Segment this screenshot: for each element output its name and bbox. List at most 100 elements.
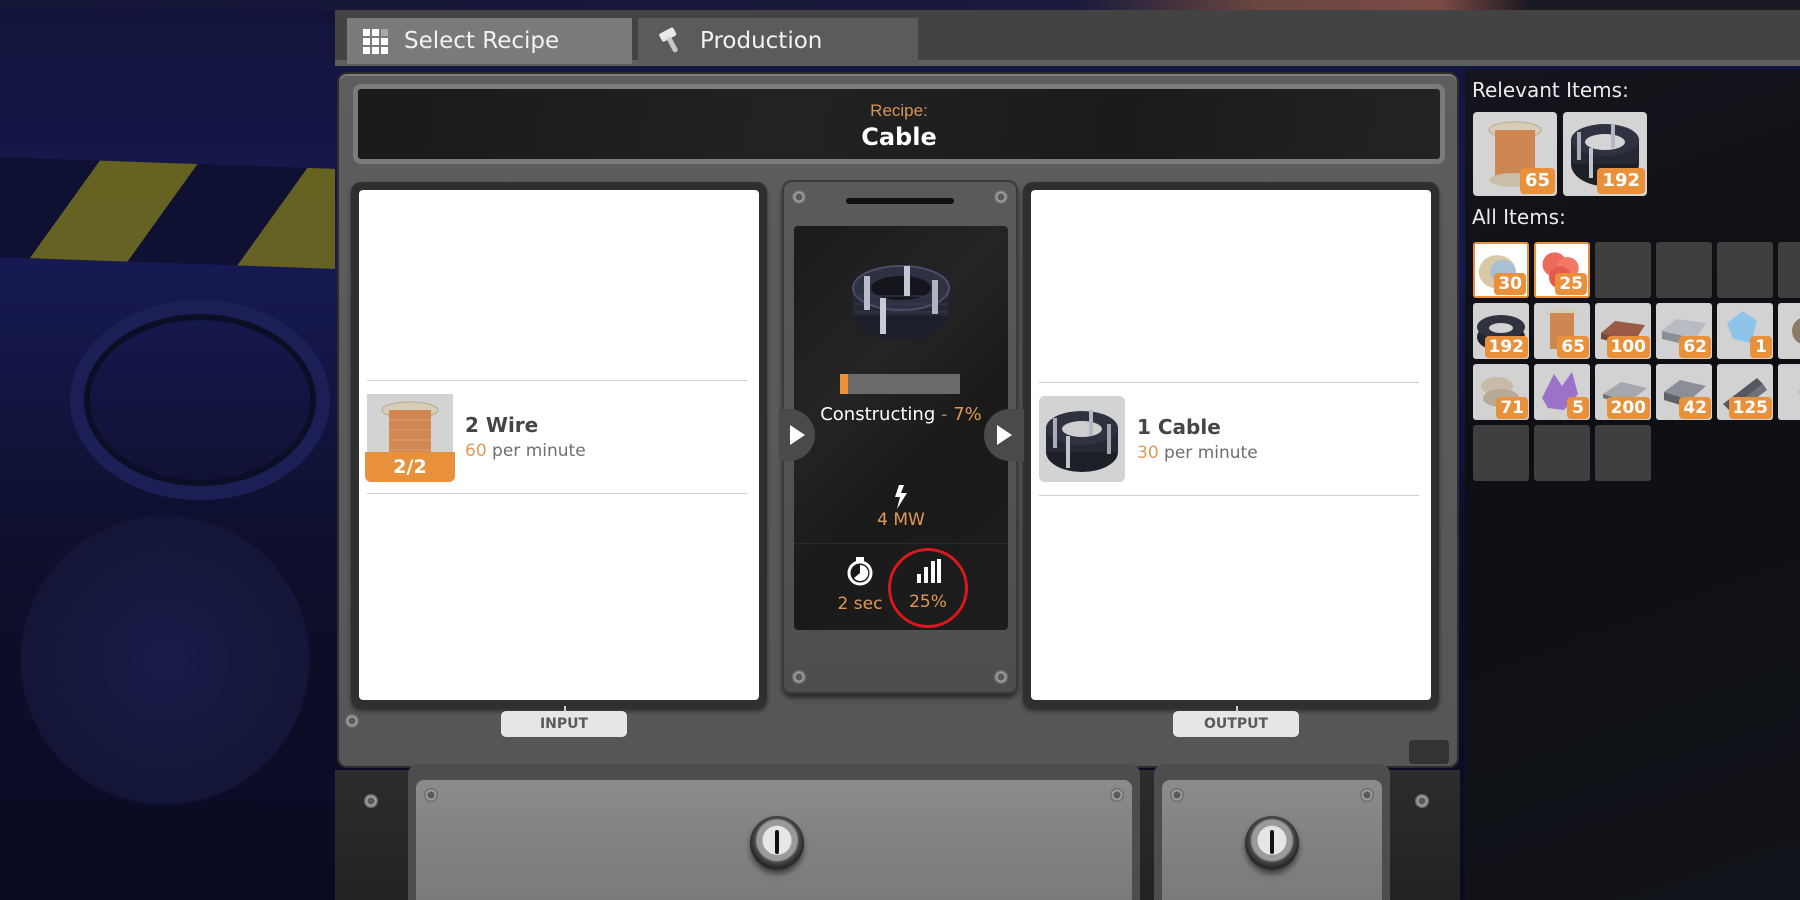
- inventory-slot[interactable]: 5: [1534, 364, 1590, 420]
- locker-door-small: [1154, 764, 1390, 900]
- all-items-title: All Items:: [1472, 205, 1566, 229]
- relevant-item-slot[interactable]: 192: [1563, 112, 1647, 196]
- output-tag: OUTPUT: [1173, 711, 1299, 737]
- item-count-badge: 65: [1557, 336, 1589, 358]
- process-screen: Constructing - 7% 4 MW 2 sec 25%: [794, 226, 1008, 630]
- inventory-slot[interactable]: 100: [1595, 303, 1651, 359]
- screw-icon: [345, 714, 359, 728]
- item-count-badge: 42: [1679, 397, 1711, 419]
- inventory-slot[interactable]: 125: [1717, 364, 1773, 420]
- tab-label: Production: [700, 28, 823, 54]
- power-consumption: 4 MW: [877, 510, 925, 530]
- output-item-name: 1 Cable: [1137, 415, 1221, 439]
- grid-icon: [363, 28, 388, 54]
- inventory-slot[interactable]: [1534, 425, 1590, 481]
- output-card: 1 Cable 30 per minute: [1031, 190, 1431, 700]
- inventory-slot[interactable]: [1595, 242, 1651, 298]
- inventory-slot[interactable]: [1778, 303, 1800, 359]
- inventory-slot[interactable]: [1717, 242, 1773, 298]
- wire-spool-icon[interactable]: 2/2: [365, 394, 455, 482]
- inventory-slot[interactable]: [1778, 364, 1800, 420]
- cable-coil-icon[interactable]: [1039, 396, 1125, 482]
- inventory-slot[interactable]: [1778, 242, 1800, 298]
- input-card: 2/2 2 Wire 60 per minute: [359, 190, 759, 700]
- output-panel: 1 Cable 30 per minute: [1023, 182, 1439, 708]
- inventory-slot[interactable]: 62: [1656, 303, 1712, 359]
- screw-icon: [792, 670, 806, 684]
- tab-production[interactable]: Production: [638, 18, 918, 64]
- ore-chunk-icon: [1792, 318, 1800, 344]
- input-panel: 2/2 2 Wire 60 per minute: [351, 182, 767, 708]
- inventory-slot[interactable]: 65: [1534, 303, 1590, 359]
- item-count-badge: 200: [1606, 397, 1650, 419]
- recipe-header: Recipe: Cable: [353, 84, 1445, 164]
- inventory-slot[interactable]: 42: [1656, 364, 1712, 420]
- item-count-badge: 62: [1679, 336, 1711, 358]
- item-count-badge: 30: [1494, 273, 1526, 295]
- divider: [794, 543, 1008, 544]
- inventory-slot[interactable]: 1: [1717, 303, 1773, 359]
- screw-icon: [994, 190, 1008, 204]
- item-count-badge: 25: [1555, 273, 1587, 295]
- item-count-badge: 100: [1606, 336, 1650, 358]
- recipe-label: Recipe:: [870, 101, 928, 120]
- game-background-top: [0, 0, 1800, 10]
- inventory-slot[interactable]: 192: [1473, 303, 1529, 359]
- tab-label: Select Recipe: [404, 28, 560, 54]
- item-count-badge: 1: [1750, 336, 1772, 358]
- lightning-icon: [895, 485, 907, 509]
- recipe-name: Cable: [861, 123, 937, 151]
- inventory-slot[interactable]: [1473, 425, 1529, 481]
- panel-slot: [846, 198, 954, 204]
- locker-plate: [416, 780, 1132, 900]
- item-count-badge: 125: [1728, 397, 1772, 419]
- screw-icon: [994, 670, 1008, 684]
- item-count-badge: 5: [1567, 397, 1589, 419]
- screw-icon: [1170, 788, 1184, 802]
- output-item-rate: 30 per minute: [1137, 443, 1258, 463]
- screw-icon: [1415, 794, 1429, 808]
- input-item-row[interactable]: 2/2 2 Wire 60 per minute: [365, 380, 747, 494]
- machine-hatch-background: [70, 300, 330, 500]
- progress-fill: [840, 374, 849, 394]
- stopwatch-icon: [847, 557, 873, 586]
- relevant-items-title: Relevant Items:: [1472, 78, 1629, 102]
- metal-sheet-icon: [1798, 391, 1800, 393]
- keyhole-lock-icon[interactable]: [750, 816, 804, 870]
- locker-door-large: [408, 764, 1140, 900]
- screw-icon: [792, 190, 806, 204]
- input-tag: INPUT: [501, 711, 627, 737]
- inventory-slot[interactable]: 71: [1473, 364, 1529, 420]
- item-count-badge: 65: [1519, 168, 1555, 194]
- tab-bar: Select Recipe Production: [335, 10, 1800, 66]
- inventory-slot[interactable]: 200: [1595, 364, 1651, 420]
- inventory-slot[interactable]: 25: [1534, 242, 1590, 298]
- panel-latch: [1409, 740, 1449, 764]
- screw-icon: [1110, 788, 1124, 802]
- cable-coil-icon: [852, 265, 950, 340]
- item-count-badge: 192: [1597, 168, 1645, 194]
- hammer-icon: [658, 27, 684, 55]
- tab-select-recipe[interactable]: Select Recipe: [347, 18, 632, 64]
- inventory-slot[interactable]: 30: [1473, 242, 1529, 298]
- status-text: Constructing - 7%: [820, 404, 982, 425]
- input-slot-count: 2/2: [365, 452, 455, 482]
- screw-icon: [1360, 788, 1374, 802]
- locker-plate: [1162, 780, 1382, 900]
- process-panel: Constructing - 7% 4 MW 2 sec 25%: [782, 180, 1018, 694]
- item-count-badge: 192: [1484, 336, 1528, 358]
- hazard-stripe: [0, 157, 335, 269]
- output-item-row[interactable]: 1 Cable 30 per minute: [1039, 382, 1419, 496]
- keyhole-lock-icon[interactable]: [1245, 816, 1299, 870]
- input-item-name: 2 Wire: [465, 413, 539, 437]
- progress-bar: [840, 374, 960, 394]
- input-item-rate: 60 per minute: [465, 441, 586, 461]
- inventory-slot[interactable]: [1595, 425, 1651, 481]
- item-count-badge: 71: [1496, 397, 1528, 419]
- inventory-slot[interactable]: [1656, 242, 1712, 298]
- constructor-panel: Recipe: Cable 2/2 2 Wire 60 per minute C…: [337, 72, 1459, 768]
- relevant-item-slot[interactable]: 65: [1473, 112, 1557, 196]
- highlight-annotation-circle: [888, 548, 968, 628]
- screw-icon: [364, 794, 378, 808]
- screw-icon: [424, 788, 438, 802]
